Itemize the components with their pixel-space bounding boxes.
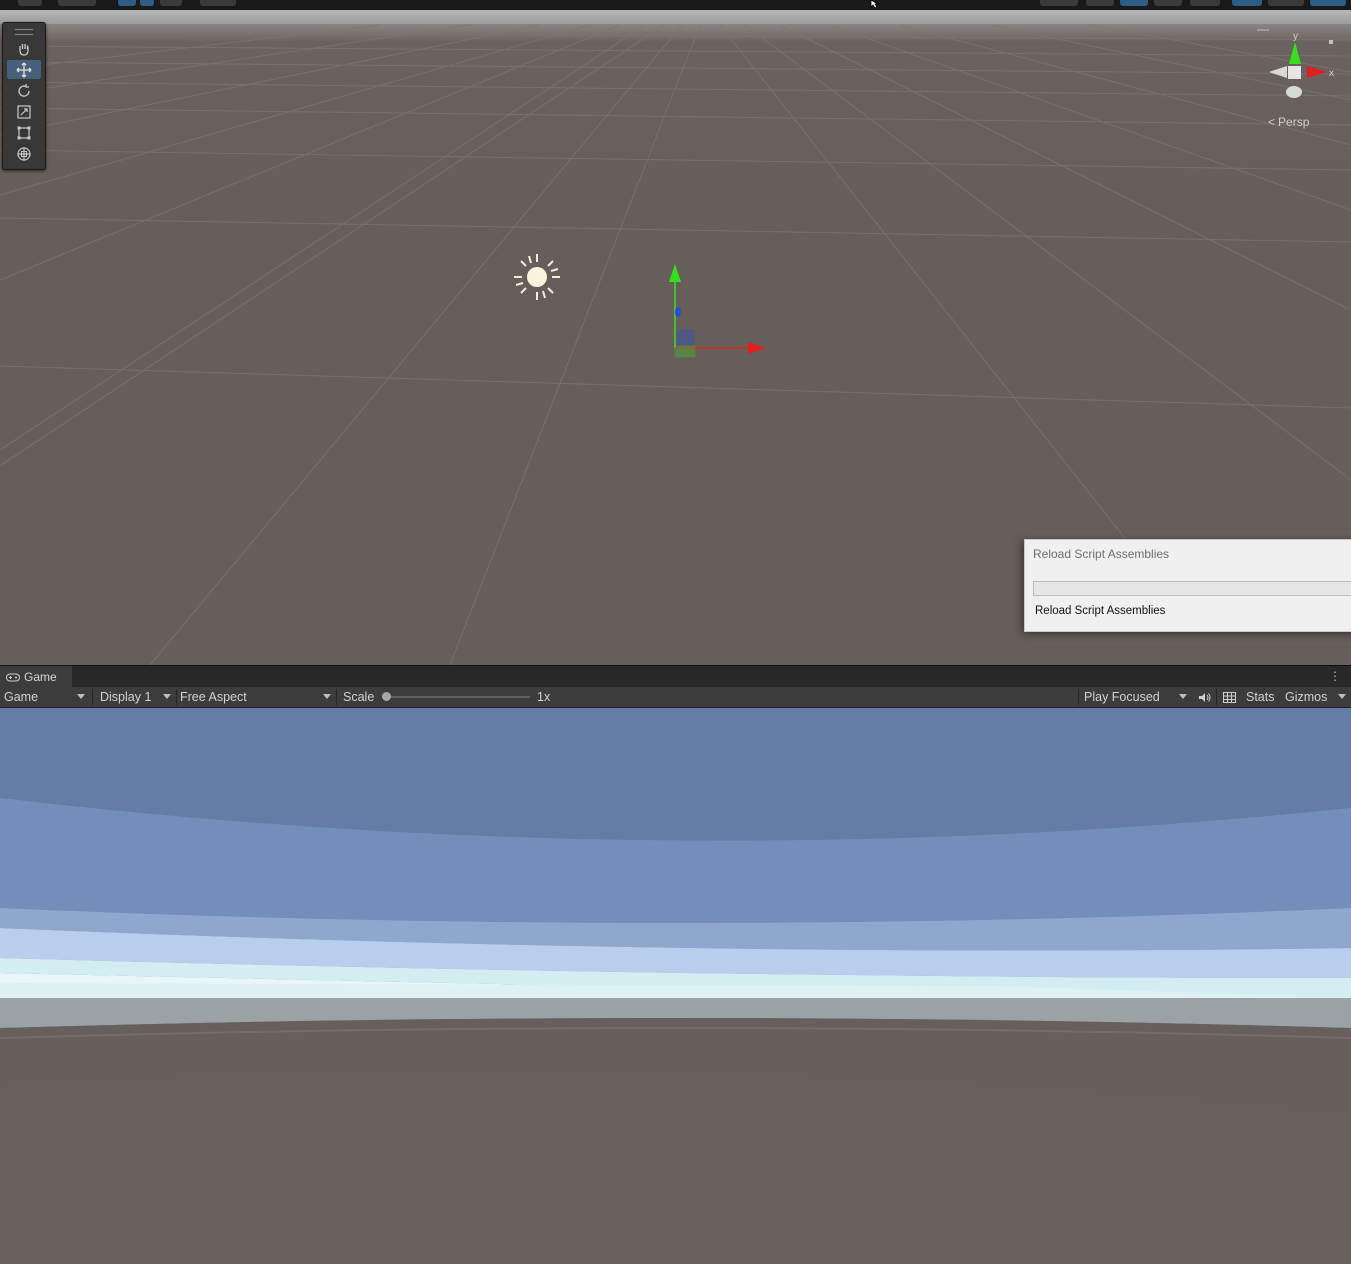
- tab-label: Game: [24, 670, 57, 684]
- aspect-dropdown[interactable]: Free Aspect: [180, 687, 334, 707]
- toolbar-chip[interactable]: [1040, 0, 1078, 6]
- dropdown-arrow-icon: [1179, 694, 1187, 699]
- divider: [1078, 689, 1079, 705]
- toolbar-chip[interactable]: [200, 0, 236, 6]
- display-dropdown[interactable]: Display 1: [100, 687, 174, 707]
- rect-tool-button[interactable]: [7, 123, 41, 142]
- toolbar-chip[interactable]: [1154, 0, 1182, 6]
- game-toolbar: Game Display 1 Free Aspect Scale 1x Play…: [0, 687, 1351, 708]
- dropdown-arrow-icon: [323, 694, 331, 699]
- hand-tool-button[interactable]: [7, 39, 41, 58]
- camera-label: Persp: [1278, 115, 1310, 129]
- divider: [92, 689, 93, 705]
- rect-transform-icon: [17, 126, 31, 139]
- drag-handle[interactable]: [15, 29, 33, 35]
- divider: [336, 689, 337, 705]
- scale-slider[interactable]: [382, 692, 530, 701]
- game-view[interactable]: [0, 708, 1351, 1264]
- audio-toggle[interactable]: [1196, 687, 1212, 707]
- grid-icon: [1222, 691, 1236, 703]
- scale-icon: [17, 104, 31, 119]
- move-icon: [16, 62, 32, 77]
- mouse-cursor-icon: [870, 0, 880, 8]
- toolbar-chip[interactable]: [1310, 0, 1346, 6]
- gizmos-dropdown[interactable]: Gizmos: [1285, 687, 1349, 707]
- speaker-icon: [1198, 692, 1210, 702]
- view-mode-label: Game: [4, 690, 39, 704]
- toolbar-chip[interactable]: [1086, 0, 1114, 6]
- camera-projection-toggle[interactable]: < Persp: [1268, 115, 1309, 129]
- transform-tool-button[interactable]: [7, 144, 41, 163]
- dropdown-arrow-icon: [163, 694, 171, 699]
- stats-button[interactable]: Stats: [1246, 687, 1275, 707]
- scene-tools-palette: [2, 22, 46, 170]
- reload-progress-dialog: Reload Script Assemblies Reload Script A…: [1024, 539, 1351, 632]
- toolbar-chip[interactable]: [18, 0, 42, 6]
- toolbar-chip[interactable]: [1190, 0, 1220, 6]
- panel-menu-icon[interactable]: ⋮: [1329, 670, 1341, 682]
- axis-label-y: y: [1293, 31, 1298, 42]
- rotate-icon: [18, 83, 30, 97]
- grid-toggle[interactable]: [1222, 687, 1236, 707]
- perspective-icon: <: [1268, 115, 1276, 129]
- rotate-tool-button[interactable]: [7, 81, 41, 100]
- toolbar-chip[interactable]: [58, 0, 96, 6]
- directional-light-icon[interactable]: [512, 252, 562, 302]
- move-gizmo[interactable]: [660, 260, 780, 370]
- toolbar-chip[interactable]: [118, 0, 136, 6]
- scale-value: 1x: [537, 690, 551, 704]
- skybox-render: [0, 708, 1351, 1264]
- divider: [176, 689, 177, 705]
- play-mode-dropdown[interactable]: Play Focused: [1084, 687, 1190, 707]
- gamepad-icon: [6, 673, 20, 682]
- move-tool-button[interactable]: [7, 60, 41, 79]
- toolbar-chip[interactable]: [160, 0, 182, 6]
- axis-label-x: x: [1329, 68, 1334, 79]
- play-mode-label: Play Focused: [1084, 690, 1160, 704]
- game-panel-tab-bar: Game ⋮: [0, 665, 1351, 688]
- dropdown-arrow-icon: [1338, 694, 1346, 699]
- transform-icon: [17, 146, 31, 161]
- dialog-message: Reload Script Assemblies: [1035, 605, 1166, 617]
- gizmos-label: Gizmos: [1285, 690, 1328, 704]
- divider: [1216, 689, 1217, 705]
- scale-label: Scale: [343, 690, 375, 704]
- scale-tool-button[interactable]: [7, 102, 41, 121]
- main-toolbar-strip: [0, 0, 1351, 10]
- scene-view[interactable]: y x < Persp Reload Script Assemblies Relo…: [0, 10, 1351, 665]
- aspect-label: Free Aspect: [180, 690, 247, 704]
- view-mode-dropdown[interactable]: Game: [4, 687, 88, 707]
- tab-game[interactable]: Game: [0, 666, 72, 688]
- progress-bar: [1033, 581, 1351, 596]
- toolbar-chip[interactable]: [1268, 0, 1304, 6]
- dropdown-arrow-icon: [77, 694, 85, 699]
- display-label: Display 1: [100, 690, 152, 704]
- toolbar-chip[interactable]: [140, 0, 154, 6]
- scale-slider-knob[interactable]: [382, 692, 391, 701]
- dialog-title: Reload Script Assemblies: [1033, 547, 1170, 561]
- toolbar-chip[interactable]: [1120, 0, 1148, 6]
- toolbar-chip[interactable]: [1232, 0, 1262, 6]
- hand-icon: [19, 43, 29, 56]
